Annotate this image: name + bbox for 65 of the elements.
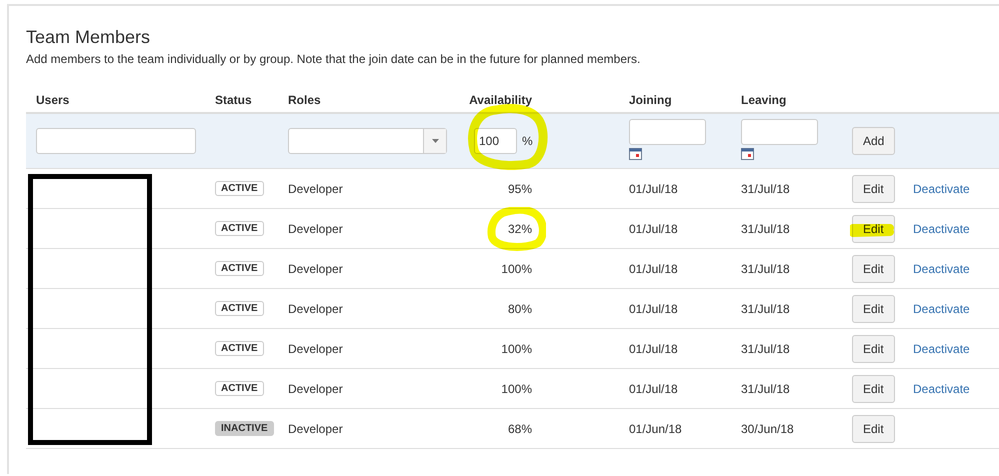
joining-date: 01/Jul/18 bbox=[629, 302, 678, 316]
role-text: Developer bbox=[288, 302, 343, 316]
role-text: Developer bbox=[288, 182, 343, 196]
status-badge: ACTIVE bbox=[215, 261, 264, 276]
status-badge: ACTIVE bbox=[215, 221, 264, 236]
availability-value: 32% bbox=[508, 222, 532, 236]
leaving-date: 31/Jul/18 bbox=[741, 382, 790, 396]
edit-button[interactable]: Edit bbox=[852, 374, 895, 402]
status-badge: ACTIVE bbox=[215, 181, 264, 196]
role-text: Developer bbox=[288, 222, 343, 236]
edit-button[interactable]: Edit bbox=[852, 294, 895, 322]
column-header: Roles bbox=[288, 93, 321, 107]
role-text: Developer bbox=[288, 422, 343, 436]
availability-value: 80% bbox=[508, 302, 532, 316]
deactivate-link[interactable]: Deactivate bbox=[913, 342, 970, 356]
availability-value: 100% bbox=[501, 342, 532, 356]
availability-value: 95% bbox=[508, 182, 532, 196]
leaving-date: 31/Jul/18 bbox=[741, 222, 790, 236]
joining-date: 01/Jul/18 bbox=[629, 222, 678, 236]
joining-date: 01/Jul/18 bbox=[629, 262, 678, 276]
status-badge: ACTIVE bbox=[215, 301, 264, 316]
edit-button[interactable]: Edit bbox=[852, 414, 895, 442]
availability-value: 68% bbox=[508, 422, 532, 436]
deactivate-link[interactable]: Deactivate bbox=[913, 262, 970, 276]
joining-date: 01/Jul/18 bbox=[629, 182, 678, 196]
deactivate-link[interactable]: Deactivate bbox=[913, 182, 970, 196]
joining-date-field[interactable] bbox=[629, 119, 706, 145]
leaving-date: 31/Jul/18 bbox=[741, 302, 790, 316]
leaving-date: 31/Jul/18 bbox=[741, 182, 790, 196]
column-header: Status bbox=[215, 93, 252, 107]
availability-value: 100% bbox=[501, 262, 532, 276]
status-badge: ACTIVE bbox=[215, 381, 264, 396]
column-header: Users bbox=[36, 93, 70, 107]
joining-date: 01/Jun/18 bbox=[629, 422, 682, 436]
role-text: Developer bbox=[288, 342, 343, 356]
caret-icon bbox=[432, 139, 438, 143]
leaving-date: 31/Jul/18 bbox=[741, 342, 790, 356]
add-button[interactable]: Add bbox=[852, 127, 896, 155]
leaving-date: 30/Jun/18 bbox=[741, 422, 794, 436]
edit-button[interactable]: Edit bbox=[852, 334, 895, 362]
edit-button[interactable]: Edit bbox=[852, 254, 895, 282]
leaving-date: 31/Jul/18 bbox=[741, 262, 790, 276]
calendar-icon[interactable] bbox=[741, 148, 754, 160]
deactivate-link[interactable]: Deactivate bbox=[913, 222, 970, 236]
role-text: Developer bbox=[288, 262, 343, 276]
deactivate-link[interactable]: Deactivate bbox=[913, 302, 970, 316]
section-description: Add members to the team individually or by group. Note that the join date can be in the future for planned members. bbox=[26, 52, 642, 66]
leaving-date-field[interactable] bbox=[741, 119, 818, 145]
column-header: Leaving bbox=[741, 93, 786, 107]
column-header: Joining bbox=[629, 93, 672, 107]
edit-button[interactable]: Edit bbox=[852, 174, 895, 202]
availability-input-field[interactable]: 100 bbox=[474, 128, 517, 154]
calendar-icon[interactable] bbox=[629, 148, 642, 160]
status-badge: ACTIVE bbox=[215, 341, 264, 356]
section-title: Team Members bbox=[26, 26, 152, 47]
users-input-field[interactable] bbox=[36, 128, 196, 154]
deactivate-link[interactable]: Deactivate bbox=[913, 382, 970, 396]
availability-value: 100% bbox=[501, 382, 532, 396]
role-text: Developer bbox=[288, 382, 343, 396]
percent-unit: % bbox=[522, 134, 533, 148]
joining-date: 01/Jul/18 bbox=[629, 342, 678, 356]
status-badge: INACTIVE bbox=[215, 421, 274, 436]
column-header: Availability bbox=[469, 93, 532, 107]
joining-date: 01/Jul/18 bbox=[629, 382, 678, 396]
roles-select-field[interactable] bbox=[288, 128, 447, 154]
